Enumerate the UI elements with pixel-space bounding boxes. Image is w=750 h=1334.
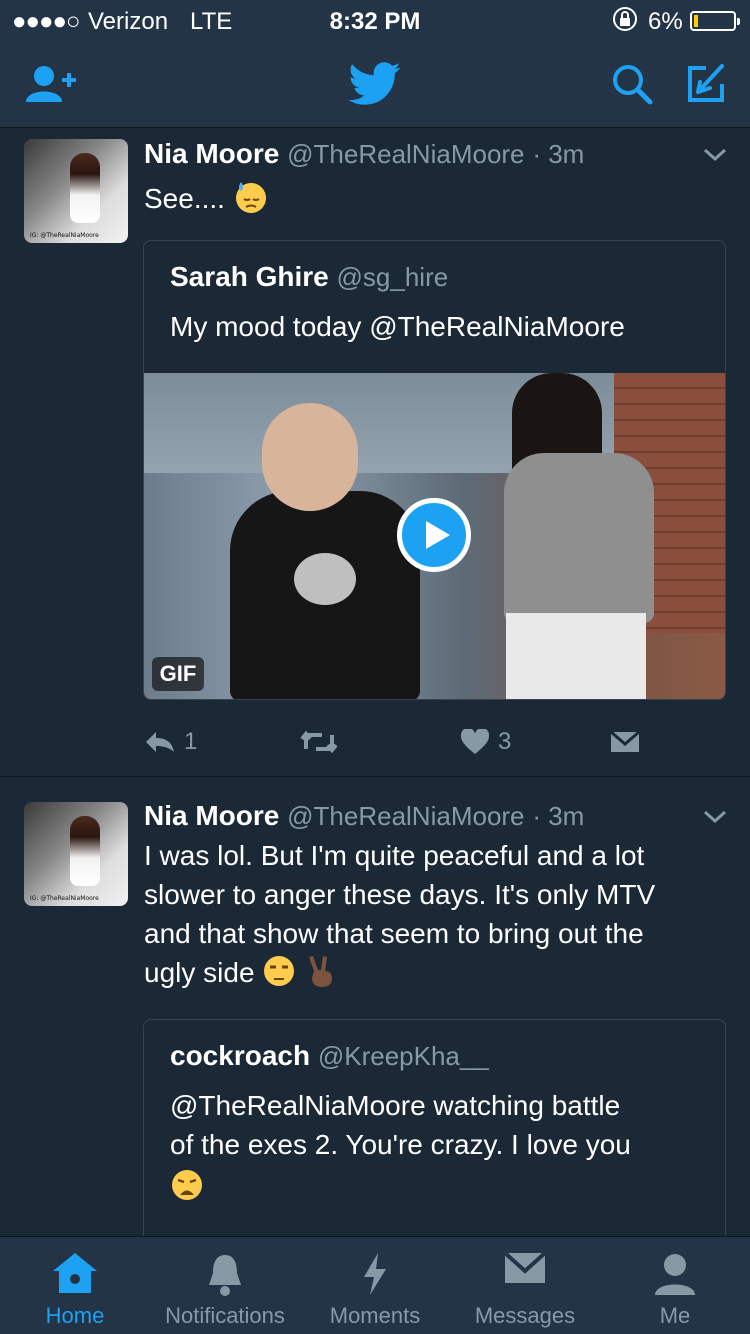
author-handle[interactable]: @TheRealNiaMoore bbox=[287, 801, 524, 831]
retweet-icon bbox=[300, 730, 338, 754]
tweet-text-line: I was lol. But I'm quite peaceful and a … bbox=[144, 840, 645, 871]
like-count: 3 bbox=[498, 728, 512, 755]
tab-messages[interactable]: Messages bbox=[450, 1237, 600, 1334]
tweet-text: See.... bbox=[144, 179, 734, 218]
quote-author-handle: @sg_hire bbox=[336, 262, 449, 292]
tweet-time: · 3m bbox=[532, 801, 585, 831]
avatar[interactable]: IG: @TheRealNiaMoore bbox=[24, 139, 128, 243]
quote-text-line: @TheRealNiaMoore watching battle bbox=[170, 1090, 621, 1121]
search-icon[interactable] bbox=[610, 62, 654, 106]
tweet[interactable]: IG: @TheRealNiaMoore Nia Moore @TheRealN… bbox=[0, 778, 750, 1259]
tab-label: Me bbox=[659, 1303, 691, 1328]
tab-me[interactable]: Me bbox=[600, 1237, 750, 1334]
quote-header: Sarah Ghire @sg_hire bbox=[170, 261, 448, 293]
gif-badge: GIF bbox=[152, 657, 204, 691]
lightning-icon bbox=[364, 1253, 386, 1295]
quote-text: @TheRealNiaMoore watching battle of the … bbox=[170, 1086, 710, 1206]
heart-icon bbox=[460, 729, 490, 754]
tweet-text-line: slower to anger these days. It's only MT… bbox=[144, 879, 656, 910]
tweet-text-line: and that show that seem to bring out the bbox=[144, 918, 644, 949]
retweet-button[interactable] bbox=[300, 717, 338, 767]
unamused-face-emoji bbox=[264, 956, 295, 986]
add-user-icon[interactable] bbox=[24, 64, 80, 104]
direct-message-button[interactable] bbox=[610, 717, 640, 767]
chevron-down-icon[interactable] bbox=[702, 146, 728, 164]
quote-header: cockroach @KreepKha__ bbox=[170, 1040, 489, 1072]
tab-label: Messages bbox=[474, 1303, 576, 1328]
tweet-actions: 1 3 bbox=[0, 717, 750, 767]
tab-home[interactable]: Home bbox=[0, 1237, 150, 1334]
author-name[interactable]: Nia Moore bbox=[144, 800, 279, 831]
quote-author-handle: @KreepKha__ bbox=[317, 1041, 489, 1071]
tweet-time: · 3m bbox=[532, 139, 585, 169]
reply-button[interactable]: 1 bbox=[144, 717, 197, 767]
downcast-sweat-emoji bbox=[235, 182, 266, 213]
tab-label: Home bbox=[45, 1303, 105, 1328]
avatar-watermark: IG: @TheRealNiaMoore bbox=[30, 895, 99, 902]
tweet-text: I was lol. But I'm quite peaceful and a … bbox=[144, 836, 734, 992]
tweet-text-line: ugly side bbox=[144, 957, 255, 988]
quote-text-line: of the exes 2. You're crazy. I love you bbox=[170, 1129, 631, 1160]
tweet-text-line-last: ugly side bbox=[144, 953, 734, 992]
tweet[interactable]: IG: @TheRealNiaMoore Nia Moore @TheRealN… bbox=[0, 129, 750, 777]
home-icon bbox=[53, 1253, 97, 1293]
quote-author-name: cockroach bbox=[170, 1040, 311, 1071]
play-button[interactable] bbox=[397, 498, 471, 572]
battery-icon bbox=[690, 11, 740, 31]
battery-percent: 6% bbox=[648, 8, 683, 35]
reply-icon bbox=[146, 732, 174, 752]
quote-text: My mood today @TheRealNiaMoore bbox=[170, 311, 625, 342]
quote-author-name: Sarah Ghire bbox=[170, 261, 329, 292]
tab-moments[interactable]: Moments bbox=[300, 1237, 450, 1334]
bottom-tab-bar: Home Notifications Moments Messages Me bbox=[0, 1236, 750, 1334]
victory-hand-emoji bbox=[309, 956, 333, 987]
status-bar: ●●●●○ Verizon LTE 8:32 PM 6% bbox=[0, 0, 750, 40]
chevron-down-icon[interactable] bbox=[702, 808, 728, 826]
tab-notifications[interactable]: Notifications bbox=[150, 1237, 300, 1334]
gif-media[interactable]: GIF bbox=[144, 373, 725, 699]
reply-count: 1 bbox=[184, 728, 198, 755]
rotation-lock-icon bbox=[613, 7, 637, 31]
bell-icon bbox=[209, 1255, 241, 1296]
avatar[interactable]: IG: @TheRealNiaMoore bbox=[24, 802, 128, 906]
tab-label: Notifications bbox=[165, 1303, 285, 1328]
tweet-text-content: See.... bbox=[144, 183, 225, 214]
profile-icon bbox=[655, 1254, 695, 1295]
author-name[interactable]: Nia Moore bbox=[144, 138, 279, 169]
tweet-header: Nia Moore @TheRealNiaMoore · 3m bbox=[144, 138, 584, 170]
top-nav-bar bbox=[0, 40, 750, 128]
like-button[interactable]: 3 bbox=[460, 717, 511, 767]
tweet-header: Nia Moore @TheRealNiaMoore · 3m bbox=[144, 800, 584, 832]
weary-face-emoji bbox=[172, 1170, 202, 1200]
tab-label: Moments bbox=[329, 1303, 421, 1328]
quoted-tweet[interactable]: cockroach @KreepKha__ @TheRealNiaMoore w… bbox=[143, 1019, 726, 1259]
play-icon bbox=[426, 521, 450, 549]
twitter-bird-icon[interactable] bbox=[348, 62, 402, 106]
compose-icon[interactable] bbox=[684, 62, 728, 106]
avatar-watermark: IG: @TheRealNiaMoore bbox=[30, 232, 99, 239]
envelope-icon bbox=[610, 731, 640, 752]
author-handle[interactable]: @TheRealNiaMoore bbox=[287, 139, 524, 169]
envelope-icon bbox=[503, 1251, 547, 1283]
quoted-tweet[interactable]: Sarah Ghire @sg_hire My mood today @TheR… bbox=[143, 240, 726, 700]
